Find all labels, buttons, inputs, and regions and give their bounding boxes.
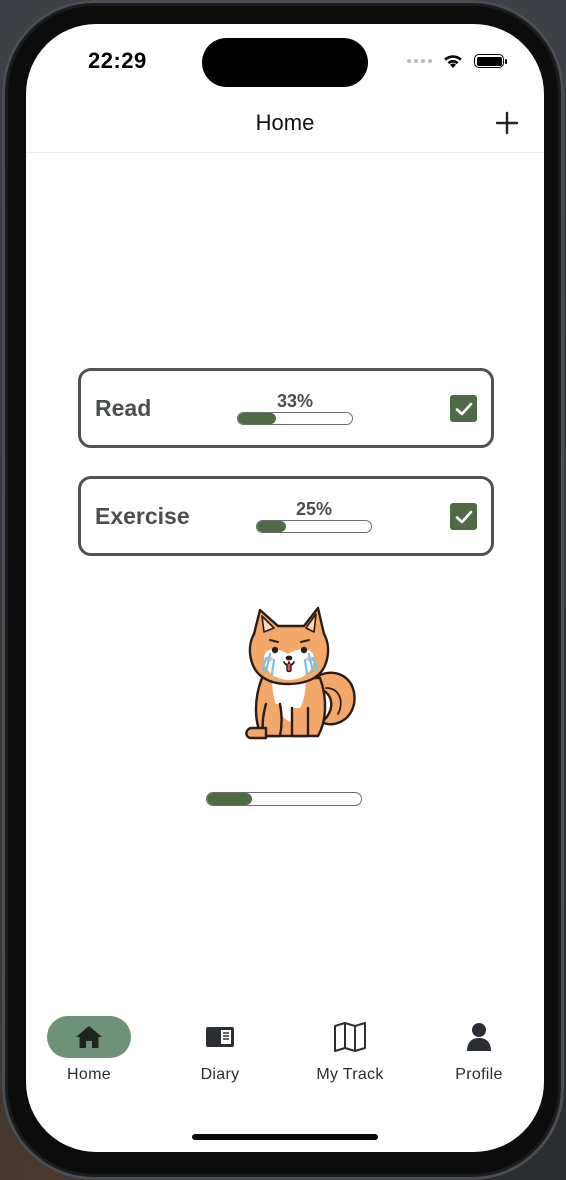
home-indicator [192, 1134, 378, 1140]
overall-progress-fill [207, 793, 252, 805]
habit-progress: 33% [237, 391, 353, 425]
tab-label: Profile [455, 1066, 503, 1083]
dynamic-island [202, 38, 368, 87]
habit-checkbox[interactable] [450, 395, 477, 422]
tab-label: My Track [316, 1066, 384, 1083]
plus-icon [495, 111, 519, 135]
habit-checkbox[interactable] [450, 503, 477, 530]
tab-my-track[interactable]: My Track [295, 1014, 405, 1094]
habit-progress-bar [256, 520, 372, 533]
habit-card-exercise[interactable]: Exercise 25% [78, 476, 494, 556]
tab-home[interactable]: Home [34, 1014, 144, 1094]
wifi-icon [444, 55, 462, 68]
house-icon [76, 1026, 102, 1048]
tab-diary[interactable]: Diary [165, 1014, 275, 1094]
page-title: Home [255, 110, 315, 135]
habit-percent: 25% [295, 499, 333, 519]
habit-percent: 33% [276, 391, 314, 411]
overall-progress-bar [206, 792, 362, 806]
tab-icon-holder [178, 1016, 262, 1058]
add-habit-button[interactable] [492, 108, 522, 138]
habit-name: Read [95, 395, 152, 421]
tab-profile[interactable]: Profile [424, 1014, 534, 1094]
tab-label: Diary [200, 1066, 240, 1083]
diary-book-icon [206, 1027, 234, 1047]
checkmark-icon [455, 510, 472, 523]
status-time: 22:29 [88, 48, 147, 73]
habit-progress-fill [238, 413, 276, 424]
battery-icon [474, 54, 507, 68]
crying-shiba-dog-icon [245, 606, 356, 740]
habit-card-read[interactable]: Read 33% [78, 368, 494, 448]
app-screen: 22:29 Home Read 33% Exercise 25% Home Di… [26, 24, 544, 1152]
checkmark-icon [455, 402, 472, 415]
habit-progress: 25% [256, 499, 372, 533]
tab-icon-highlight [47, 1016, 131, 1058]
tab-label: Home [67, 1066, 111, 1083]
habit-name: Exercise [95, 503, 190, 529]
header-divider [26, 152, 544, 153]
tab-icon-holder [437, 1016, 521, 1058]
status-icons [407, 52, 507, 70]
habit-progress-fill [257, 521, 286, 532]
map-icon [334, 1022, 366, 1052]
cellular-signal-icon [407, 59, 432, 63]
tab-bar: Home Diary My Track Profile [26, 1014, 544, 1094]
person-icon [467, 1023, 491, 1051]
habit-progress-bar [237, 412, 353, 425]
tab-icon-holder [308, 1016, 392, 1058]
